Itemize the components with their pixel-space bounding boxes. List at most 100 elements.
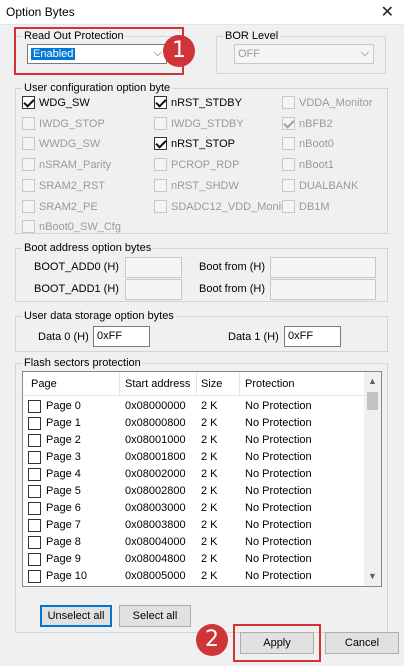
scroll-thumb[interactable]: [367, 392, 378, 410]
row-checkbox[interactable]: [28, 502, 41, 515]
table-header: Page Start address Size Protection: [23, 372, 364, 396]
boot-add0-field[interactable]: [125, 257, 182, 278]
row-checkbox[interactable]: [28, 553, 41, 566]
option-checkbox[interactable]: VDDA_Monitor: [282, 96, 372, 109]
checkbox-box[interactable]: [22, 158, 35, 171]
option-checkbox[interactable]: nBFB2: [282, 117, 333, 130]
protection-cell: No Protection: [245, 570, 312, 582]
option-checkbox[interactable]: IWDG_STDBY: [154, 117, 244, 130]
option-checkbox[interactable]: nRST_STDBY: [154, 96, 242, 109]
row-checkbox[interactable]: [28, 519, 41, 532]
checkbox-box[interactable]: [22, 200, 35, 213]
column-header-start-address[interactable]: Start address: [125, 378, 190, 390]
checkbox-box[interactable]: [22, 137, 35, 150]
annotation-badge-1: 1: [163, 35, 195, 67]
checkbox-box[interactable]: [154, 158, 167, 171]
option-label: WWDG_SW: [39, 137, 101, 150]
table-row[interactable]: Page 4 0x08002000 2 K No Protection: [23, 466, 364, 483]
size-cell: 2 K: [201, 400, 218, 412]
data1-field[interactable]: 0xFF: [284, 326, 341, 347]
column-header-page[interactable]: Page: [31, 378, 57, 390]
table-row[interactable]: Page 7 0x08003800 2 K No Protection: [23, 517, 364, 534]
option-label: nRST_STDBY: [171, 96, 242, 109]
row-checkbox[interactable]: [28, 485, 41, 498]
protection-cell: No Protection: [245, 434, 312, 446]
option-checkbox[interactable]: nSRAM_Parity: [22, 158, 111, 171]
checkbox-box[interactable]: [22, 96, 35, 109]
checkbox-box[interactable]: [22, 117, 35, 130]
row-checkbox[interactable]: [28, 434, 41, 447]
option-checkbox[interactable]: SRAM2_PE: [22, 200, 98, 213]
row-checkbox[interactable]: [28, 417, 41, 430]
table-row[interactable]: Page 5 0x08002800 2 K No Protection: [23, 483, 364, 500]
option-checkbox[interactable]: DB1M: [282, 200, 330, 213]
checkbox-box[interactable]: [282, 179, 295, 192]
checkbox-box[interactable]: [154, 179, 167, 192]
checkbox-box[interactable]: [282, 117, 295, 130]
checkbox-box[interactable]: [154, 117, 167, 130]
option-checkbox[interactable]: DUALBANK: [282, 179, 358, 192]
option-label: nRST_SHDW: [171, 179, 239, 192]
option-label: DUALBANK: [299, 179, 359, 192]
checkbox-box[interactable]: [154, 137, 167, 150]
option-label: nSRAM_Parity: [39, 158, 112, 171]
column-header-protection[interactable]: Protection: [245, 378, 295, 390]
row-checkbox[interactable]: [28, 570, 41, 583]
option-checkbox[interactable]: nBoot0: [282, 137, 334, 150]
boot-from-field-1[interactable]: [270, 279, 376, 300]
table-row[interactable]: Page 10 0x08005000 2 K No Protection: [23, 568, 364, 585]
option-checkbox[interactable]: nRST_SHDW: [154, 179, 239, 192]
size-cell: 2 K: [201, 451, 218, 463]
checkbox-box[interactable]: [282, 137, 295, 150]
table-row[interactable]: Page 8 0x08004000 2 K No Protection: [23, 534, 364, 551]
table-row[interactable]: Page 0 0x08000000 2 K No Protection: [23, 398, 364, 415]
start-address-cell: 0x08003800: [125, 519, 186, 531]
page-cell: Page 4: [46, 468, 81, 480]
table-row[interactable]: Page 3 0x08001800 2 K No Protection: [23, 449, 364, 466]
row-checkbox[interactable]: [28, 536, 41, 549]
table-row[interactable]: Page 9 0x08004800 2 K No Protection: [23, 551, 364, 568]
checkbox-box[interactable]: [154, 200, 167, 213]
unselect-all-button[interactable]: Unselect all: [40, 605, 112, 627]
table-row[interactable]: Page 1 0x08000800 2 K No Protection: [23, 415, 364, 432]
option-checkbox[interactable]: SDADC12_VDD_Monitor: [154, 200, 294, 213]
option-checkbox[interactable]: nBoot1: [282, 158, 334, 171]
option-label: VDDA_Monitor: [299, 96, 373, 109]
option-checkbox[interactable]: nRST_STOP: [154, 137, 235, 150]
option-checkbox[interactable]: WWDG_SW: [22, 137, 100, 150]
checkbox-box[interactable]: [22, 220, 35, 233]
row-checkbox[interactable]: [28, 468, 41, 481]
checkbox-box[interactable]: [282, 158, 295, 171]
vertical-scrollbar[interactable]: ▲ ▼: [364, 372, 381, 586]
select-all-button[interactable]: Select all: [119, 605, 191, 627]
column-divider: [119, 372, 120, 396]
table-row[interactable]: Page 6 0x08003000 2 K No Protection: [23, 500, 364, 517]
checkbox-box[interactable]: [22, 179, 35, 192]
boot-add1-field[interactable]: [125, 279, 182, 300]
option-checkbox[interactable]: nBoot0_SW_Cfg: [22, 220, 121, 233]
row-checkbox[interactable]: [28, 451, 41, 464]
checkbox-box[interactable]: [154, 96, 167, 109]
checkbox-box[interactable]: [282, 200, 295, 213]
flash-sectors-table[interactable]: Page Start address Size Protection Page …: [22, 371, 382, 587]
option-label: nBFB2: [299, 117, 333, 130]
data1-label: Data 1 (H): [228, 331, 279, 343]
option-checkbox[interactable]: IWDG_STOP: [22, 117, 105, 130]
checkbox-box[interactable]: [282, 96, 295, 109]
table-row[interactable]: Page 2 0x08001000 2 K No Protection: [23, 432, 364, 449]
user-data-label: User data storage option bytes: [22, 310, 176, 322]
row-checkbox[interactable]: [28, 400, 41, 413]
scroll-down-icon[interactable]: ▼: [368, 571, 377, 581]
data0-field[interactable]: 0xFF: [93, 326, 150, 347]
bor-level-select[interactable]: OFF ⌵: [234, 44, 374, 64]
close-icon[interactable]: ✕: [381, 2, 394, 22]
scroll-up-icon[interactable]: ▲: [368, 376, 377, 386]
protection-cell: No Protection: [245, 468, 312, 480]
option-checkbox[interactable]: SRAM2_RST: [22, 179, 105, 192]
start-address-cell: 0x08001000: [125, 434, 186, 446]
boot-from-field-0[interactable]: [270, 257, 376, 278]
option-checkbox[interactable]: PCROP_RDP: [154, 158, 239, 171]
cancel-button[interactable]: Cancel: [325, 632, 399, 654]
option-checkbox[interactable]: WDG_SW: [22, 96, 90, 109]
column-header-size[interactable]: Size: [201, 378, 222, 390]
